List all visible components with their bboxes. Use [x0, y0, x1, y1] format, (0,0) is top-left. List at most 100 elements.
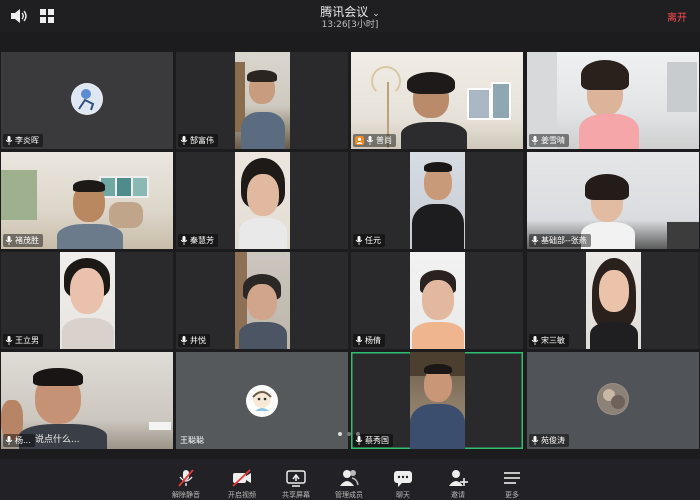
participant-name-tag: 普尚	[353, 134, 396, 147]
participant-name: 王聪聪	[180, 436, 204, 445]
mic-icon	[366, 136, 374, 145]
page-dot[interactable]	[347, 432, 351, 436]
start-video-label: 开启视频	[228, 491, 256, 499]
camera-off-icon	[232, 469, 251, 487]
mic-icon	[531, 136, 539, 145]
unmute-button[interactable]: 解除静音	[164, 463, 208, 500]
participant-name: 苑俊涛	[541, 436, 565, 445]
participant-name-tag: 王立男	[3, 334, 43, 347]
participant-name: 李炎晖	[15, 136, 39, 145]
participant-name-tag: 李炎晖	[3, 134, 43, 147]
drawing-avatar	[71, 83, 103, 115]
mic-icon	[5, 236, 13, 245]
chat-label: 聊天	[396, 491, 410, 499]
participant-name-tag: 褚茂胜	[3, 234, 43, 247]
video-feed	[235, 152, 290, 249]
chat-button[interactable]: 聊天	[381, 463, 425, 500]
participant-name: 杨...	[15, 436, 31, 445]
mic-icon	[180, 336, 188, 345]
mic-icon	[180, 136, 188, 145]
participant-name-tag: 杨倩	[353, 334, 385, 347]
participant-name-tag: 任元	[353, 234, 385, 247]
participant-tile[interactable]: 说点什么... 杨...	[1, 352, 173, 449]
share-screen-label: 共享屏幕	[282, 491, 310, 499]
participant-name-tag: 郜富伟	[178, 134, 218, 147]
more-button[interactable]: 更多	[490, 463, 534, 500]
participant-tile[interactable]: 王聪聪	[176, 352, 348, 449]
participant-tile-active-speaker[interactable]: 蔡秀国	[351, 352, 523, 449]
manage-members-button[interactable]: 管理成员	[327, 463, 371, 500]
participant-name: 郜富伟	[190, 136, 214, 145]
participant-name-tag: 基础部--张燕	[529, 234, 591, 247]
participant-name: 蔡秀国	[365, 436, 389, 445]
participant-tile[interactable]: 任元	[351, 152, 523, 249]
participant-name-tag: 姜雪晴	[529, 134, 569, 147]
mic-icon	[5, 436, 13, 445]
participant-tile[interactable]: 井悦	[176, 252, 348, 349]
video-feed	[235, 52, 290, 149]
video-feed	[235, 252, 290, 349]
participant-tile[interactable]: 基础部--张燕	[527, 152, 699, 249]
participant-tile[interactable]: 褚茂胜	[1, 152, 173, 249]
more-label: 更多	[505, 491, 519, 499]
page-dot[interactable]	[356, 432, 360, 436]
manage-members-label: 管理成员	[335, 491, 363, 499]
bottom-toolbar: 解除静音 开启视频 共享屏幕 管理成员 聊天 邀请 更多	[0, 459, 700, 500]
mic-icon	[531, 236, 539, 245]
chat-icon	[394, 471, 412, 487]
participant-tile[interactable]: 郜富伟	[176, 52, 348, 149]
participant-tile[interactable]: 普尚	[351, 52, 523, 149]
share-screen-button[interactable]: 共享屏幕	[274, 463, 318, 500]
participant-name: 秦慧芳	[190, 236, 214, 245]
page-indicator[interactable]	[338, 432, 360, 436]
participant-name: 杨倩	[365, 336, 381, 345]
participant-name: 普尚	[376, 136, 392, 145]
participant-name: 任元	[365, 236, 381, 245]
video-feed	[410, 352, 465, 449]
participant-name-tag: 秦慧芳	[178, 234, 218, 247]
participant-tile[interactable]: 宋三敏	[527, 252, 699, 349]
participant-name-tag: 杨...	[3, 434, 35, 447]
mic-muted-icon	[178, 469, 194, 487]
mic-icon	[5, 336, 13, 345]
more-icon	[504, 472, 520, 484]
unmute-label: 解除静音	[172, 491, 200, 499]
participant-name: 基础部--张燕	[541, 236, 587, 245]
participant-tile[interactable]: 姜雪晴	[527, 52, 699, 149]
participant-name-tag: 王聪聪	[178, 434, 208, 447]
mic-icon	[531, 436, 539, 445]
cartoon-avatar	[246, 385, 278, 417]
participant-name: 宋三敏	[541, 336, 565, 345]
top-bar: 腾讯会议 ⌄ 13:26[3小时] 离开	[0, 0, 700, 32]
participant-name: 王立男	[15, 336, 39, 345]
share-screen-icon	[286, 470, 306, 487]
invite-label: 邀请	[451, 491, 465, 499]
host-icon	[355, 136, 364, 145]
photo-avatar	[597, 383, 629, 415]
mic-icon	[355, 236, 363, 245]
start-video-button[interactable]: 开启视频	[220, 463, 264, 500]
participant-name-tag: 宋三敏	[529, 334, 569, 347]
chat-overlay-text: 说点什么...	[35, 435, 80, 445]
participant-tile[interactable]: 李炎晖	[1, 52, 173, 149]
leave-button[interactable]: 离开	[667, 9, 687, 24]
participant-tile[interactable]: 苑俊涛	[527, 352, 699, 449]
video-feed	[410, 252, 465, 349]
participant-name-tag: 井悦	[178, 334, 210, 347]
video-feed	[60, 252, 115, 349]
participant-tile[interactable]: 杨倩	[351, 252, 523, 349]
page-dot[interactable]	[338, 432, 342, 436]
video-feed	[410, 152, 465, 249]
meeting-duration: 13:26[3小时]	[321, 20, 379, 30]
participant-tile[interactable]: 王立男	[1, 252, 173, 349]
mic-icon	[531, 336, 539, 345]
mic-icon	[355, 436, 363, 445]
mic-icon	[355, 336, 363, 345]
participant-tile[interactable]: 秦慧芳	[176, 152, 348, 249]
participant-name-tag: 苑俊涛	[529, 434, 569, 447]
participant-name: 褚茂胜	[15, 236, 39, 245]
invite-button[interactable]: 邀请	[436, 463, 480, 500]
members-icon	[340, 470, 359, 486]
participant-name: 姜雪晴	[541, 136, 565, 145]
mic-icon	[5, 136, 13, 145]
